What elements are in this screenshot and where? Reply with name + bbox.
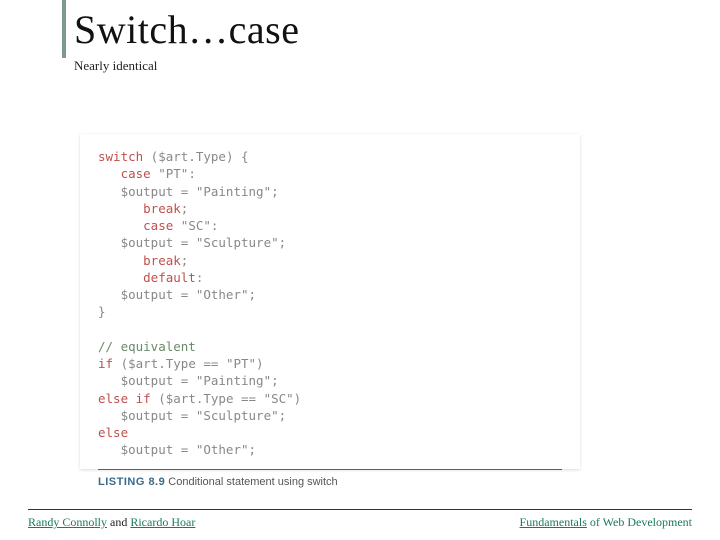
- code-keyword: break: [98, 253, 181, 268]
- code-text: ($art.Type == "SC"): [151, 391, 302, 406]
- code-text: $output = "Painting";: [98, 373, 279, 388]
- code-keyword: if: [98, 356, 113, 371]
- code-block: switch ($art.Type) { case "PT": $output …: [98, 148, 562, 459]
- code-text: :: [196, 270, 204, 285]
- code-text: $output = "Sculpture";: [98, 408, 286, 423]
- footer-and: and: [107, 515, 130, 529]
- code-text: ;: [181, 201, 189, 216]
- code-keyword: else if: [98, 391, 151, 406]
- code-text: $output = "Other";: [98, 287, 256, 302]
- accent-bar: [62, 0, 66, 58]
- code-text: ($art.Type == "PT"): [113, 356, 264, 371]
- code-text: "SC":: [173, 218, 218, 233]
- listing-caption: LISTING 8.9 Conditional statement using …: [98, 476, 562, 488]
- slide-title: Switch…case: [74, 6, 299, 53]
- footer-book: Fundamentals of Web Development: [520, 515, 692, 530]
- code-text: ;: [181, 253, 189, 268]
- code-comment: // equivalent: [98, 339, 196, 354]
- code-keyword: case: [98, 166, 151, 181]
- code-keyword: case: [98, 218, 173, 233]
- listing-label: LISTING 8.9: [98, 476, 165, 488]
- code-text: ($art.Type) {: [143, 149, 248, 164]
- footer-authors: Randy Connolly and Ricardo Hoar: [28, 515, 195, 530]
- caption-rule: [98, 469, 562, 470]
- code-text: $output = "Sculpture";: [98, 235, 286, 250]
- author-name: Randy Connolly: [28, 515, 107, 529]
- slide-subtitle: Nearly identical: [74, 58, 157, 74]
- code-text: }: [98, 304, 106, 319]
- code-listing: switch ($art.Type) { case "PT": $output …: [80, 134, 580, 469]
- book-title-part: of Web Development: [587, 515, 692, 529]
- code-text: $output = "Painting";: [98, 184, 279, 199]
- footer-rule: [28, 509, 692, 510]
- code-keyword: default: [98, 270, 196, 285]
- book-title-part: Fundamentals: [520, 515, 587, 529]
- code-keyword: switch: [98, 149, 143, 164]
- code-text: $output = "Other";: [98, 442, 256, 457]
- author-name: Ricardo Hoar: [130, 515, 195, 529]
- code-keyword: break: [98, 201, 181, 216]
- listing-text: Conditional statement using switch: [165, 476, 337, 488]
- code-keyword: else: [98, 425, 128, 440]
- code-text: "PT":: [151, 166, 196, 181]
